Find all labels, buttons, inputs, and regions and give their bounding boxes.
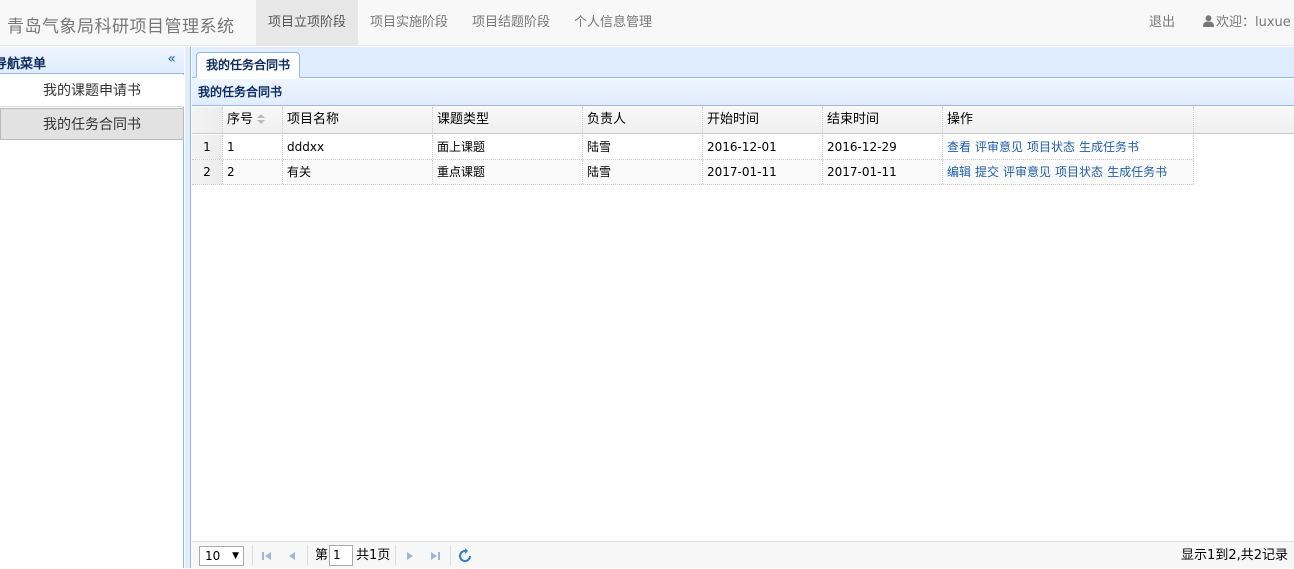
user-icon	[1203, 15, 1214, 27]
tab-personal-info[interactable]: 个人信息管理	[562, 0, 664, 46]
cell-end: 2017-01-11	[823, 160, 943, 184]
sidebar: 导航菜单 « 我的课题申请书 我的任务合同书	[0, 47, 184, 568]
panel-title: 我的任务合同书	[192, 79, 1294, 106]
sidebar-item-task-contract[interactable]: 我的任务合同书	[0, 108, 184, 140]
cell-name: 有关	[283, 160, 433, 184]
prev-page-icon[interactable]	[284, 548, 300, 564]
submit-link[interactable]: 提交	[975, 165, 999, 179]
cell-type: 面上课题	[433, 135, 583, 159]
tab-project-implementation[interactable]: 项目实施阶段	[358, 0, 460, 46]
cell-start: 2016-12-01	[703, 135, 823, 159]
row-number: 1	[192, 135, 223, 159]
cell-end: 2016-12-29	[823, 135, 943, 159]
cell-start: 2017-01-11	[703, 160, 823, 184]
column-label: 序号	[227, 112, 254, 127]
column-header-type[interactable]: 课题类型	[433, 107, 583, 133]
logout-link[interactable]: 退出	[1149, 0, 1175, 46]
page-size-select[interactable]: 10 ▼	[199, 546, 244, 566]
last-page-icon[interactable]	[427, 548, 443, 564]
sidebar-header: 导航菜单 «	[0, 47, 184, 74]
cell-owner: 陆雪	[583, 135, 703, 159]
dropdown-arrow-icon: ▼	[232, 551, 239, 561]
welcome-text: 欢迎：luxue	[1216, 15, 1291, 30]
cell-seq: 1	[223, 135, 283, 159]
table-row[interactable]: 2 2 有关 重点课题 陆雪 2017-01-11 2017-01-11 编辑提…	[192, 160, 1194, 185]
tab-project-initiation[interactable]: 项目立项阶段	[256, 0, 358, 46]
grid-header: 序号 项目名称 课题类型 负责人 开始时间 结束时间 操作	[192, 107, 1294, 134]
cell-owner: 陆雪	[583, 160, 703, 184]
welcome-user[interactable]: 欢迎：luxue	[1203, 0, 1291, 46]
sidebar-item-topic-application[interactable]: 我的课题申请书	[0, 75, 184, 107]
generate-task-book-link[interactable]: 生成任务书	[1079, 140, 1139, 154]
divider	[252, 545, 253, 566]
cell-name: dddxx	[283, 135, 433, 159]
page-number-input[interactable]: 1	[329, 545, 353, 566]
first-page-icon[interactable]	[259, 548, 275, 564]
project-status-link[interactable]: 项目状态	[1055, 165, 1103, 179]
page-total: 共1页	[356, 548, 391, 563]
tab-project-closure[interactable]: 项目结题阶段	[460, 0, 562, 46]
view-link[interactable]: 查看	[947, 140, 971, 154]
review-comments-link[interactable]: 评审意见	[975, 140, 1023, 154]
divider	[307, 545, 308, 566]
generate-task-book-link[interactable]: 生成任务书	[1107, 165, 1167, 179]
refresh-icon[interactable]	[457, 548, 473, 564]
cell-type: 重点课题	[433, 160, 583, 184]
content-tabs: 我的任务合同书	[192, 47, 1294, 78]
column-header-start[interactable]: 开始时间	[703, 107, 823, 133]
tab-task-contract[interactable]: 我的任务合同书	[196, 52, 301, 78]
app-brand[interactable]: 青岛气象局科研项目管理系统	[7, 12, 235, 37]
main-area: 我的任务合同书 我的任务合同书 序号 项目名称 课题类型 负责人 开始时间 结束…	[192, 47, 1294, 568]
record-info: 显示1到2,共2记录	[1181, 548, 1288, 563]
column-header-end[interactable]: 结束时间	[823, 107, 943, 133]
edit-link[interactable]: 编辑	[947, 165, 971, 179]
top-navbar: 青岛气象局科研项目管理系统 项目立项阶段 项目实施阶段 项目结题阶段 个人信息管…	[0, 0, 1294, 46]
project-status-link[interactable]: 项目状态	[1027, 140, 1075, 154]
divider	[395, 545, 396, 566]
column-header-owner[interactable]: 负责人	[583, 107, 703, 133]
review-comments-link[interactable]: 评审意见	[1003, 165, 1051, 179]
table-row[interactable]: 1 1 dddxx 面上课题 陆雪 2016-12-01 2016-12-29 …	[192, 135, 1194, 160]
cell-actions: 查看 评审意见 项目状态 生成任务书	[943, 135, 1194, 159]
column-header-name[interactable]: 项目名称	[283, 107, 433, 133]
divider	[450, 545, 451, 566]
page-size-value: 10	[205, 549, 221, 563]
sidebar-title: 导航菜单	[0, 57, 47, 72]
cell-seq: 2	[223, 160, 283, 184]
layout-splitter[interactable]	[185, 47, 191, 568]
double-chevron-left-icon[interactable]: «	[167, 51, 176, 67]
row-number: 2	[192, 160, 223, 184]
rownum-header	[192, 107, 223, 133]
page-prefix: 第	[315, 548, 329, 563]
sort-icon[interactable]	[257, 114, 266, 124]
column-header-seq[interactable]: 序号	[223, 107, 283, 133]
column-header-actions[interactable]: 操作	[943, 107, 1194, 133]
next-page-icon[interactable]	[402, 548, 418, 564]
pagination-bar: 10 ▼ 第 1 共1页 显示1到2,共2记录	[192, 541, 1294, 568]
cell-actions: 编辑 提交 评审意见 项目状态 生成任务书	[943, 160, 1194, 184]
